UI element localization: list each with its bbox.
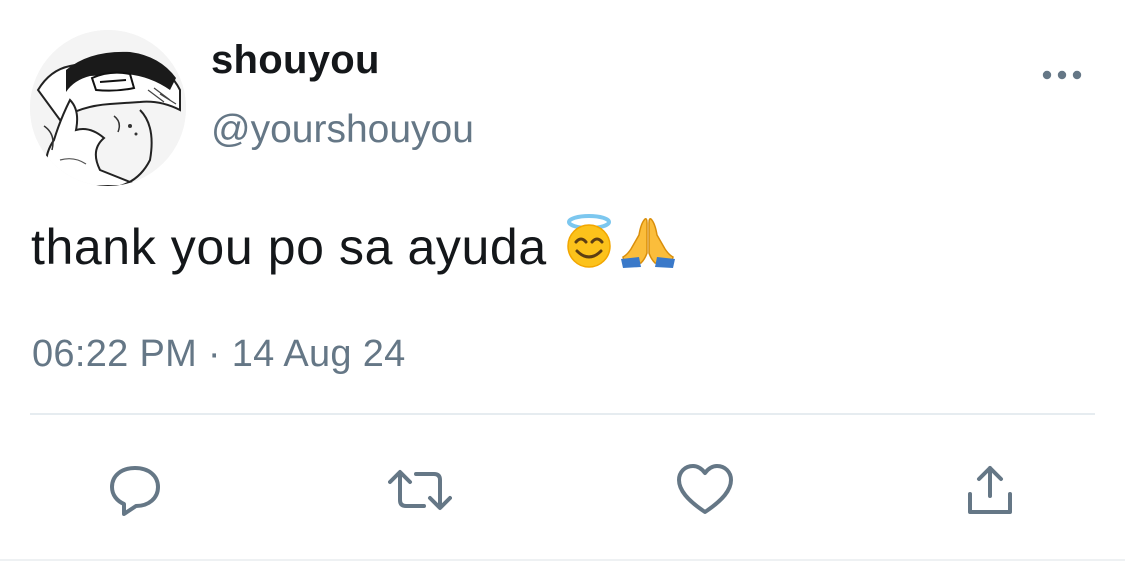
avatar[interactable] — [30, 30, 186, 186]
retweet-icon — [388, 470, 452, 510]
bottom-divider — [0, 559, 1125, 561]
divider — [30, 413, 1095, 415]
like-button[interactable] — [673, 458, 737, 522]
reply-icon — [110, 466, 160, 516]
author-display-name[interactable]: shouyou — [211, 38, 380, 83]
tweet-text: thank you po sa ayuda — [31, 213, 677, 281]
folded-hands-icon — [619, 213, 677, 281]
tweet-body: thank you po sa ayuda — [31, 219, 547, 275]
manga-character-avatar-icon — [30, 30, 186, 186]
author-handle[interactable]: @yourshouyou — [211, 108, 474, 152]
retweet-button[interactable] — [388, 458, 452, 522]
more-horizontal-icon — [1042, 70, 1082, 80]
tweet-card: shouyou @yourshouyou thank you po sa ayu… — [0, 0, 1125, 579]
share-button[interactable] — [958, 458, 1022, 522]
tweet-timestamp[interactable]: 06:22 PM · 14 Aug 24 — [32, 333, 406, 376]
heart-icon — [677, 464, 733, 514]
share-icon — [968, 466, 1012, 514]
reply-button[interactable] — [103, 458, 167, 522]
more-options-button[interactable] — [1036, 60, 1088, 90]
smiling-face-with-halo-icon — [561, 213, 617, 281]
